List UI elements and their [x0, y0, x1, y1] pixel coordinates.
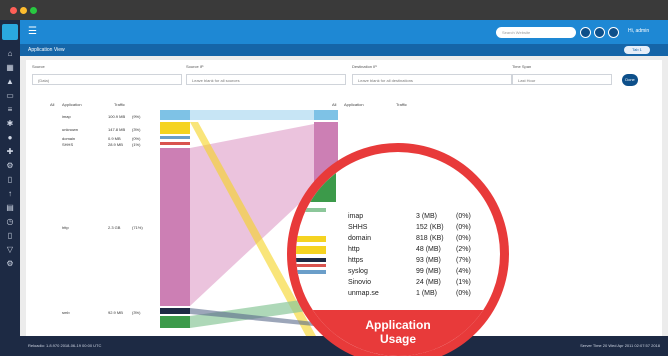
- badge-line-1: Application: [365, 318, 431, 332]
- zoom-row-value: 152 (KB): [416, 224, 444, 231]
- zoom-node-small: [296, 208, 326, 212]
- left-node-other[interactable]: [160, 316, 190, 328]
- zoom-node-http-top: [296, 152, 336, 172]
- maximize-button[interactable]: [30, 7, 37, 14]
- zoom-node-green: [296, 172, 336, 202]
- filter-icon[interactable]: ▽: [6, 246, 14, 254]
- close-button[interactable]: [10, 7, 17, 14]
- left-node-unknown[interactable]: [160, 122, 190, 134]
- notification-icon[interactable]: [594, 27, 605, 38]
- zoom-node-http: [296, 236, 326, 242]
- zoom-node-https: [296, 246, 326, 254]
- zoom-node-syslog: [296, 258, 326, 262]
- settings-icon[interactable]: ⚙: [6, 162, 14, 170]
- user-label[interactable]: Hi, admin: [628, 28, 649, 34]
- badge-line-2: Usage: [379, 332, 417, 346]
- bell-icon[interactable]: ●: [6, 134, 14, 142]
- left-node-smb[interactable]: [160, 308, 190, 314]
- zoom-row-pct: (2%): [456, 246, 471, 253]
- flow-imap: [190, 110, 314, 120]
- sub-bar: Application View Tab 1: [20, 44, 668, 56]
- zoom-row-value: 24 (MB): [416, 279, 441, 286]
- settings-icon[interactable]: [608, 27, 619, 38]
- search-icon[interactable]: [580, 27, 591, 38]
- minimize-button[interactable]: [20, 7, 27, 14]
- server-time: Server Time 20 Wed Apr 2011 02:07:57 201…: [580, 343, 660, 348]
- zoom-row-value: 48 (MB): [416, 246, 441, 253]
- left-node-imap[interactable]: [160, 110, 190, 120]
- zoom-row-pct: (0%): [456, 224, 471, 231]
- version-text: Reloadio: 1.8.970 2018-06-19 00:00 UTC: [28, 343, 102, 348]
- zoom-row-name: SHHS: [348, 224, 368, 231]
- zoom-row-name: domain: [348, 235, 371, 242]
- zoom-row-value: 93 (MB): [416, 257, 441, 264]
- app-logo: [2, 24, 18, 40]
- page-title: Application View: [28, 47, 65, 53]
- zoom-node-unmap: [296, 270, 326, 274]
- right-node-imap[interactable]: [314, 110, 338, 120]
- zoom-row-pct: (0%): [456, 290, 471, 297]
- zoom-row-pct: (1%): [456, 279, 471, 286]
- left-node-domain[interactable]: [160, 136, 190, 139]
- left-node-shhs[interactable]: [160, 142, 190, 145]
- list-icon[interactable]: ≡: [6, 106, 14, 114]
- calendar-icon[interactable]: ▤: [6, 204, 14, 212]
- title-bar: [0, 0, 668, 20]
- tab-pill[interactable]: Tab 1: [624, 46, 650, 54]
- search-input[interactable]: Search Website: [496, 27, 576, 38]
- zoom-row-pct: (0%): [456, 235, 471, 242]
- zoom-row-name: unmap.se: [348, 290, 379, 297]
- monitor-icon[interactable]: ▭: [6, 92, 14, 100]
- clock-icon[interactable]: ◷: [6, 218, 14, 226]
- zoom-row-value: 818 (KB): [416, 235, 444, 242]
- zoom-row-value: 99 (MB): [416, 268, 441, 275]
- zoom-row-name: Sinovio: [348, 279, 371, 286]
- zoom-row-value: 1 (MB): [416, 290, 437, 297]
- home-icon[interactable]: ⌂: [6, 50, 14, 58]
- application-usage-badge: Application Usage: [296, 310, 500, 356]
- network-icon[interactable]: ✱: [6, 120, 14, 128]
- document-icon[interactable]: ▯: [6, 232, 14, 240]
- upload-icon[interactable]: ↑: [6, 190, 14, 198]
- dashboard-icon[interactable]: ▦: [6, 64, 14, 72]
- zoom-row-pct: (7%): [456, 257, 471, 264]
- zoom-row-name: http: [348, 246, 360, 253]
- app-window: ⌂ ▦ ▲ ▭ ≡ ✱ ● ✚ ⚙ ▯ ↑ ▤ ◷ ▯ ▽ ⚙ ☰ Search…: [0, 0, 668, 356]
- sidebar: ⌂ ▦ ▲ ▭ ≡ ✱ ● ✚ ⚙ ▯ ↑ ▤ ◷ ▯ ▽ ⚙: [0, 20, 20, 356]
- zoom-row-value: 3 (MB): [416, 213, 437, 220]
- file-icon[interactable]: ▯: [6, 176, 14, 184]
- zoom-row-pct: (0%): [456, 213, 471, 220]
- tools-icon[interactable]: ✚: [6, 148, 14, 156]
- left-node-http[interactable]: [160, 148, 190, 306]
- chart-icon[interactable]: ▲: [6, 78, 14, 86]
- top-bar: ☰ Search Website Hi, admin: [20, 20, 668, 44]
- menu-icon[interactable]: ☰: [28, 27, 38, 37]
- zoom-row-name: imap: [348, 213, 364, 220]
- zoom-node-sinovio: [296, 264, 326, 267]
- zoom-row-pct: (4%): [456, 268, 471, 275]
- zoom-row-name: syslog: [348, 268, 368, 275]
- zoom-row-name: https: [348, 257, 364, 264]
- zoom-magnifier: imap 3 (MB) (0%) SHHS 152 (KB) (0%) doma…: [287, 143, 509, 356]
- gear-icon[interactable]: ⚙: [6, 260, 14, 268]
